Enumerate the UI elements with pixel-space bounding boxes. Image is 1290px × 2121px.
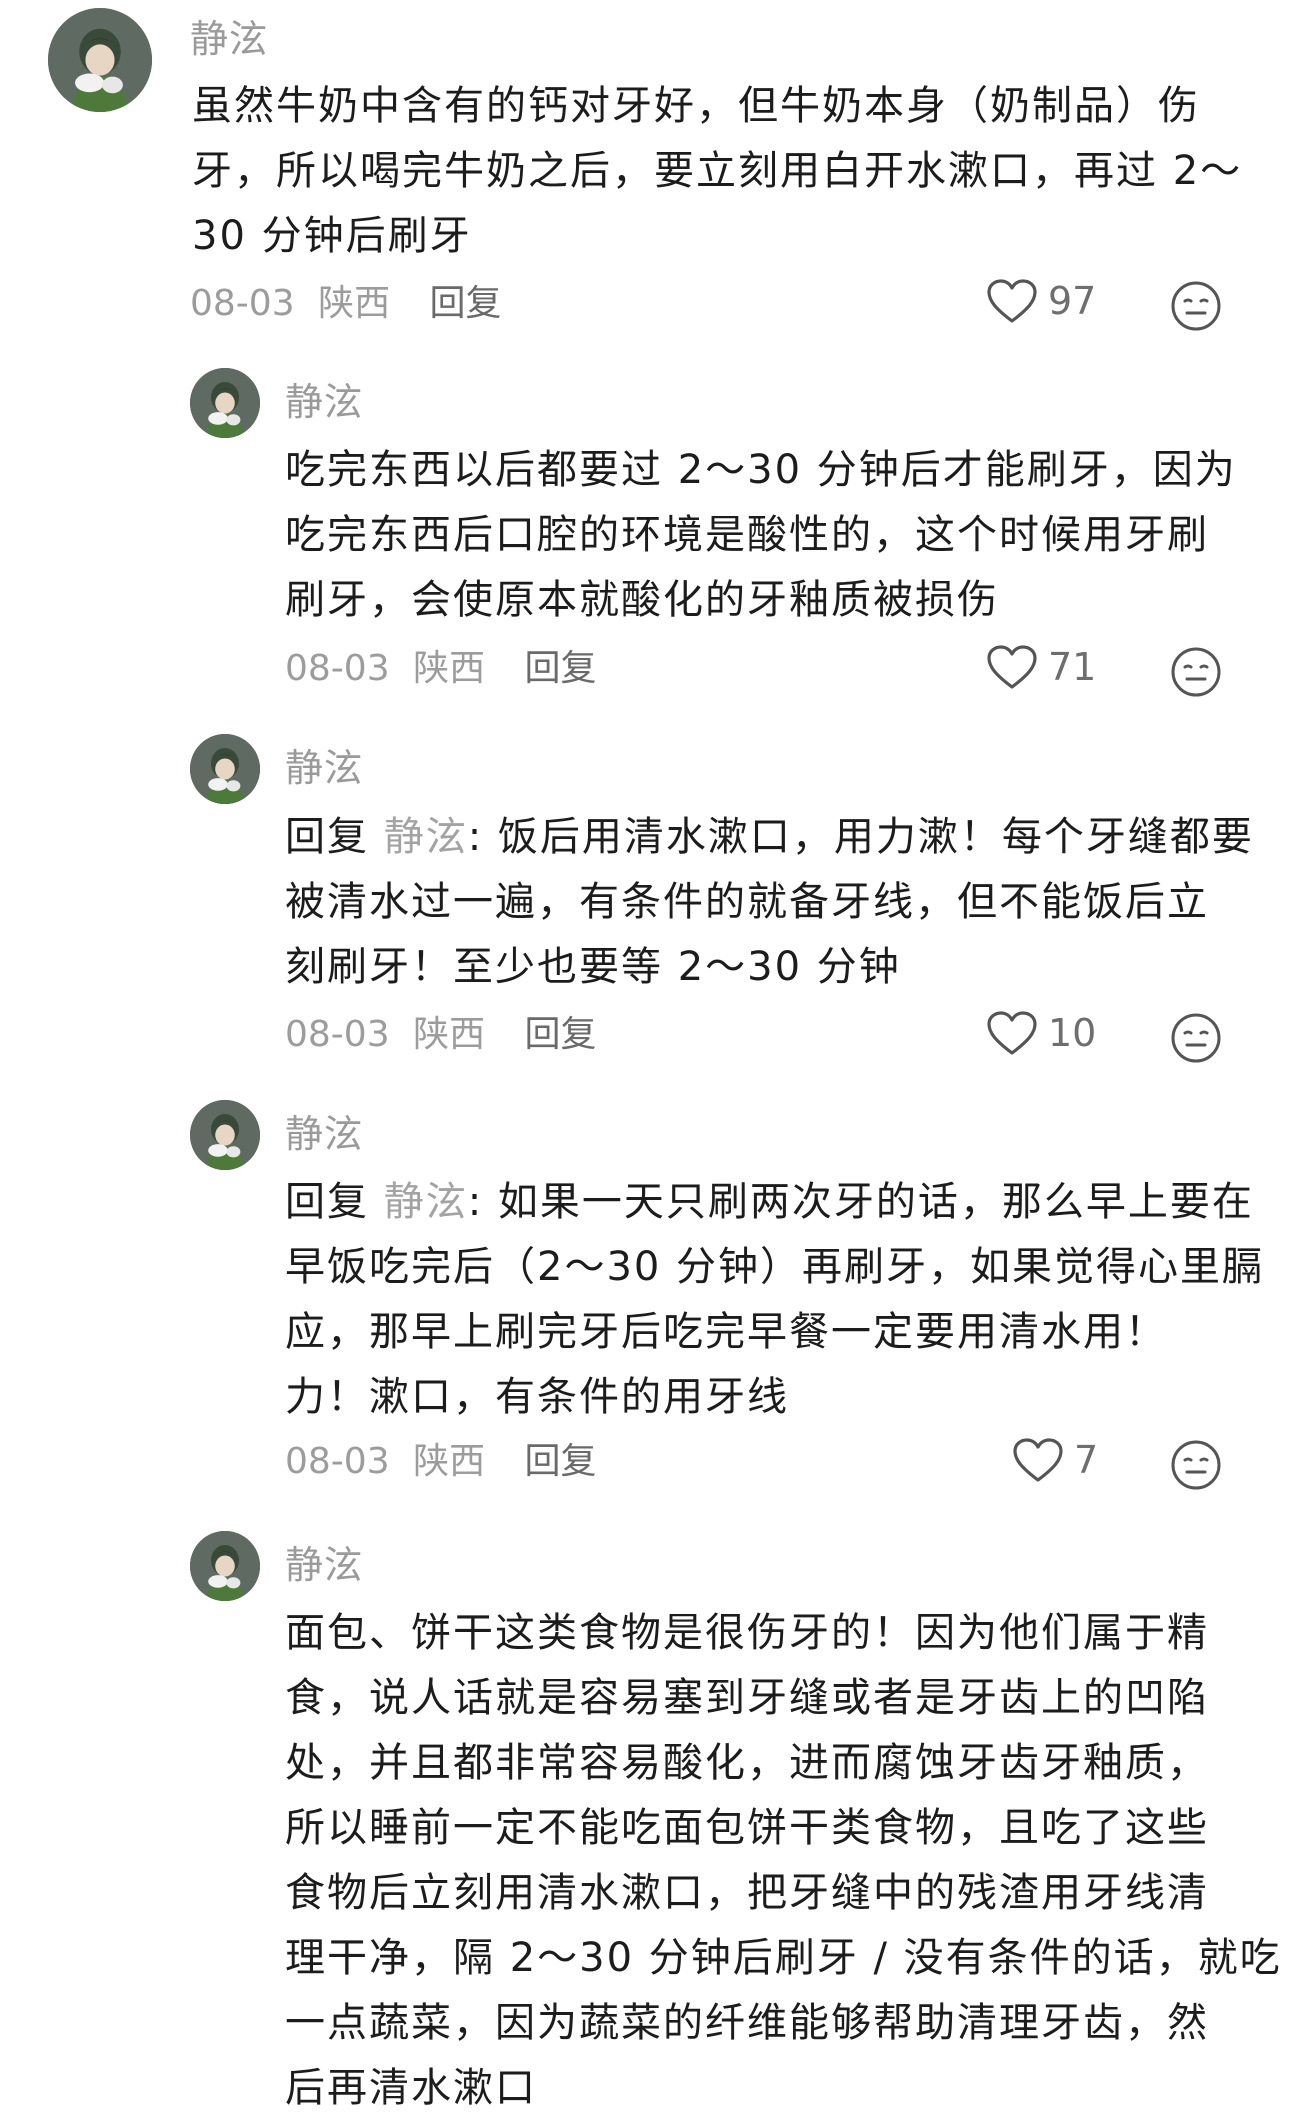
emoji-neutral-icon[interactable]	[1170, 280, 1222, 332]
username[interactable]: 静泫	[285, 383, 363, 421]
comment-text: 回复 静泫: 如果一天只刷两次牙的话，那么早上要在 早饭吃完后（2～30 分钟）…	[285, 1170, 1264, 1430]
avatar-image	[48, 8, 152, 112]
reply-to-username[interactable]: 静泫	[384, 1179, 468, 1225]
username[interactable]: 静泫	[285, 1115, 363, 1153]
like-button[interactable]: 7	[1012, 1437, 1098, 1483]
comment-date: 08-03	[285, 1014, 390, 1055]
comment-meta: 08-03 陕西 回复	[190, 286, 502, 322]
comment-text-line: 所以睡前一定不能吃面包饼干类食物，且吃了这些	[285, 1805, 1209, 1851]
comment-text-line: 30 分钟后刷牙	[192, 213, 472, 259]
comment-text-line: 刻刷牙！至少也要等 2～30 分钟	[285, 944, 901, 990]
comment-date: 08-03	[190, 283, 295, 324]
avatar[interactable]	[190, 1100, 260, 1170]
avatar-image	[190, 1100, 260, 1170]
comment-text-line: 处，并且都非常容易酸化，进而腐蚀牙齿牙釉质，	[285, 1740, 1209, 1786]
reply-button[interactable]: 回复	[525, 648, 597, 689]
reply-button[interactable]: 回复	[525, 1441, 597, 1482]
avatar[interactable]	[190, 734, 260, 804]
emoji-neutral-icon[interactable]	[1170, 1439, 1222, 1491]
reply-button[interactable]: 回复	[525, 1014, 597, 1055]
comment-location: 陕西	[413, 1014, 486, 1055]
comment-text-line: 吃完东西以后都要过 2～30 分钟后才能刷牙，因为	[285, 447, 1237, 493]
like-button[interactable]: 97	[986, 278, 1096, 324]
comment-meta: 08-03 陕西 回复	[285, 651, 597, 687]
comment-location: 陕西	[413, 648, 486, 689]
comment-text-line: 回复 静泫: 饭后用清水漱口，用力漱！每个牙缝都要	[285, 805, 1254, 870]
comment-text-line: 应，那早上刷完牙后吃完早餐一定要用清水用！	[285, 1309, 1167, 1355]
avatar[interactable]	[48, 8, 152, 112]
comment-text: 面包、饼干这类食物是很伤牙的！因为他们属于精 食，说人话就是容易塞到牙缝或者是牙…	[285, 1601, 1282, 2121]
reply-prefix: 回复	[285, 1179, 384, 1225]
comment-text-line: 吃完东西后口腔的环境是酸性的，这个时候用牙刷	[285, 512, 1209, 558]
username[interactable]: 静泫	[190, 20, 268, 58]
like-count: 97	[1048, 279, 1097, 323]
comment-meta: 08-03 陕西 回复	[285, 1444, 597, 1480]
comment-meta: 08-03 陕西 回复	[285, 1017, 597, 1053]
comment-text-line: 食，说人话就是容易塞到牙缝或者是牙齿上的凹陷	[285, 1675, 1209, 1721]
comment-text: 虽然牛奶中含有的钙对牙好，但牛奶本身（奶制品）伤 牙，所以喝完牛奶之后，要立刻用…	[192, 74, 1242, 269]
comment-text-line: 刷牙，会使原本就酸化的牙釉质被损伤	[285, 577, 999, 623]
like-count: 71	[1048, 645, 1097, 689]
comment-text-line: 牙，所以喝完牛奶之后，要立刻用白开水漱口，再过 2～	[192, 148, 1243, 194]
reply-prefix: 回复	[285, 814, 384, 860]
comment-text-line: 一点蔬菜，因为蔬菜的纤维能够帮助清理牙齿，然	[285, 2000, 1209, 2046]
comment-text-line: 食物后立刻用清水漱口，把牙缝中的残渣用牙线清	[285, 1870, 1209, 1916]
comment-text-first-line: : 饭后用清水漱口，用力漱！每个牙缝都要	[467, 814, 1254, 860]
comment-date: 08-03	[285, 1441, 390, 1482]
heart-icon	[1013, 1438, 1063, 1482]
comment-location: 陕西	[318, 283, 391, 324]
comment-text-line: 力！漱口，有条件的用牙线	[285, 1374, 789, 1420]
avatar-image	[190, 368, 260, 438]
emoji-neutral-icon[interactable]	[1170, 1012, 1222, 1064]
comment-text-line: 后再清水漱口	[285, 2065, 537, 2111]
reply-button[interactable]: 回复	[430, 283, 502, 324]
comment-text-line: 虽然牛奶中含有的钙对牙好，但牛奶本身（奶制品）伤	[192, 83, 1200, 129]
comment-text: 吃完东西以后都要过 2～30 分钟后才能刷牙，因为 吃完东西后口腔的环境是酸性的…	[285, 438, 1237, 633]
avatar[interactable]	[190, 368, 260, 438]
avatar-image	[190, 1531, 260, 1601]
like-count: 7	[1074, 1438, 1099, 1482]
avatar-image	[190, 734, 260, 804]
comment-location: 陕西	[413, 1441, 486, 1482]
comment-text-line: 被清水过一遍，有条件的就备牙线，但不能饭后立	[285, 879, 1209, 925]
comment-text-line: 早饭吃完后（2～30 分钟）再刷牙，如果觉得心里膈	[285, 1244, 1265, 1290]
heart-icon	[987, 279, 1037, 323]
avatar[interactable]	[190, 1531, 260, 1601]
comment-date: 08-03	[285, 648, 390, 689]
comment-text-line: 面包、饼干这类食物是很伤牙的！因为他们属于精	[285, 1610, 1209, 1656]
emoji-neutral-icon[interactable]	[1170, 646, 1222, 698]
comment-text: 回复 静泫: 饭后用清水漱口，用力漱！每个牙缝都要 被清水过一遍，有条件的就备牙…	[285, 805, 1254, 1000]
like-count: 10	[1048, 1011, 1097, 1055]
comment-text-line: 回复 静泫: 如果一天只刷两次牙的话，那么早上要在	[285, 1170, 1264, 1235]
comment-text-line: 理干净，隔 2～30 分钟后刷牙 / 没有条件的话，就吃	[285, 1935, 1282, 1981]
like-button[interactable]: 10	[986, 1010, 1096, 1056]
like-button[interactable]: 71	[986, 644, 1096, 690]
username[interactable]: 静泫	[285, 1546, 363, 1584]
reply-to-username[interactable]: 静泫	[384, 814, 468, 860]
comment-text-first-line: : 如果一天只刷两次牙的话，那么早上要在	[467, 1179, 1254, 1225]
heart-icon	[987, 645, 1037, 689]
heart-icon	[987, 1011, 1037, 1055]
username[interactable]: 静泫	[285, 749, 363, 787]
